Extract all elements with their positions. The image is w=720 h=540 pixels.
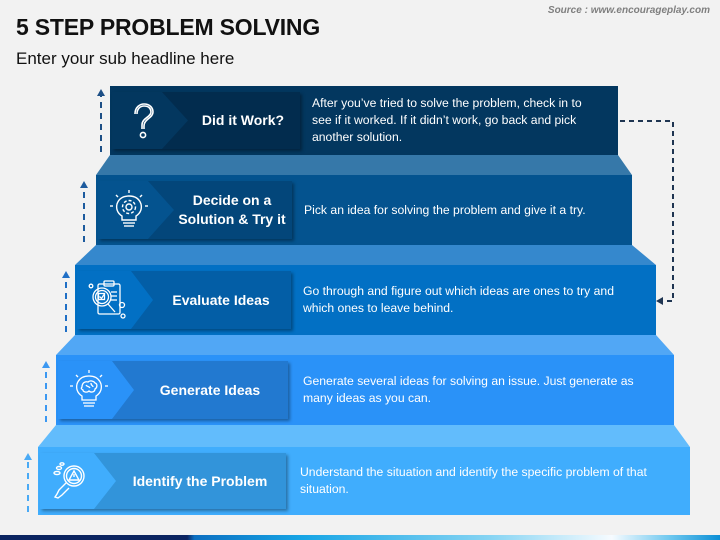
question-mark-icon <box>134 102 154 138</box>
arrowhead-icon <box>80 181 88 188</box>
step-description: Go through and figure out which ideas ar… <box>303 284 614 315</box>
step-description: After you’ve tried to solve the problem,… <box>312 96 582 144</box>
step-title: Did it Work? <box>201 112 285 128</box>
step-description: Generate several ideas for solving an is… <box>303 374 634 405</box>
step-label-box: Decide on a Solution & Try it <box>98 181 292 239</box>
step-title: Evaluate Ideas <box>172 291 270 308</box>
arrowhead-icon <box>42 361 50 368</box>
step-decide-on-solution: Decide on a Solution & Try it Pick an id… <box>96 175 632 245</box>
step-label-box: Identify the Problem <box>40 453 286 509</box>
arrowhead-icon <box>62 271 70 278</box>
step-evaluate-ideas: Evaluate Ideas Go through and figure out… <box>75 265 656 335</box>
step-identify-problem: Identify the Problem Understand the situ… <box>38 447 690 515</box>
arrowhead-icon <box>97 89 105 96</box>
magnifier-warning-icon <box>53 462 85 499</box>
bevel-step-3 <box>75 245 656 265</box>
step-did-it-work: Did it Work? After you’ve tried to solve… <box>110 86 618 155</box>
step-title: Identify the Problem <box>132 472 268 489</box>
footer-gradient-bar <box>0 535 720 540</box>
step-label-box: Evaluate Ideas <box>77 271 291 329</box>
bevel-step-1 <box>38 425 690 447</box>
step-description: Understand the situation and identify th… <box>300 465 647 496</box>
lightbulb-gear-icon <box>110 190 148 227</box>
feedback-arrowhead-icon <box>656 297 663 305</box>
lightbulb-brain-icon <box>70 370 108 407</box>
step-label-box: Did it Work? <box>112 92 300 149</box>
step-generate-ideas: Generate Ideas Generate several ideas fo… <box>56 355 674 425</box>
step-label-box: Generate Ideas <box>58 361 288 419</box>
bevel-step-4 <box>96 155 632 175</box>
arrowhead-icon <box>24 453 32 460</box>
step-title: Generate Ideas <box>159 381 261 398</box>
step-description: Pick an idea for solving the problem and… <box>304 202 586 217</box>
bevel-step-2 <box>56 335 674 355</box>
step-title: Decide on a Solution & Try it <box>178 192 286 227</box>
clipboard-magnifier-icon <box>88 280 126 319</box>
